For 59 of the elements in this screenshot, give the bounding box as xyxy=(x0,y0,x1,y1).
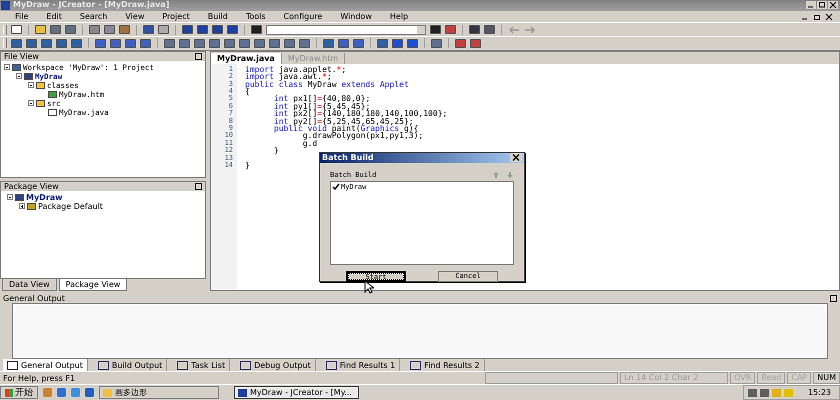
expand-toggle[interactable] xyxy=(19,203,25,210)
panel-tab[interactable]: Data View xyxy=(2,278,57,291)
menu-item[interactable]: Window xyxy=(331,11,381,22)
code-line: } xyxy=(245,162,250,170)
restore-icon[interactable] xyxy=(812,12,822,21)
collapse-toggle[interactable] xyxy=(28,100,34,106)
dialog-title: Batch Build xyxy=(322,153,374,162)
code-line: import java.applet.*; xyxy=(245,66,346,74)
code-line: public class MyDraw extends Applet xyxy=(245,80,409,88)
maximize-button[interactable] xyxy=(817,1,827,10)
menu-item[interactable]: Search xyxy=(70,11,116,22)
pane-title: File View xyxy=(4,52,39,61)
code-line: int px2[]={140,180,180,140,100,100}; xyxy=(272,110,448,118)
code-line: int px1[]={40,80,0}; xyxy=(272,95,370,103)
output-tab[interactable]: General Output xyxy=(3,359,88,371)
output-tab[interactable]: Debug Output xyxy=(236,359,316,371)
code-line: int py1[]={5,45,45}; xyxy=(272,102,370,110)
panel-tab[interactable]: Package View xyxy=(58,278,128,291)
menu-item[interactable]: Tools xyxy=(236,11,275,22)
window-title: MyDraw - JCreator - [MyDraw.java] xyxy=(13,0,170,10)
close-button[interactable] xyxy=(510,153,522,162)
collapse-toggle[interactable] xyxy=(4,64,10,70)
code-line: public void paint(Graphics g){ xyxy=(272,124,418,132)
code-line: import java.awt.*; xyxy=(245,73,332,81)
editor-tab[interactable]: MyDraw.java xyxy=(211,52,282,64)
search-combo[interactable] xyxy=(266,24,426,35)
pane-title: General Output xyxy=(3,294,65,303)
code-line: { xyxy=(245,88,250,96)
taskbar-button[interactable]: MyDraw - JCreator - [My... xyxy=(234,386,359,399)
menu-item[interactable]: Build xyxy=(198,11,237,22)
minimize-button[interactable] xyxy=(806,1,816,10)
menu-item[interactable]: Help xyxy=(380,11,418,22)
collapse-toggle[interactable] xyxy=(16,73,22,80)
taskbar-button[interactable]: 画多边形 xyxy=(99,386,219,399)
start-button[interactable]: 开始 xyxy=(0,386,38,399)
collapse-toggle[interactable] xyxy=(28,82,34,88)
close-button[interactable] xyxy=(828,1,838,10)
output-tab[interactable]: Build Output xyxy=(94,359,168,371)
output-tab[interactable]: Task List xyxy=(173,359,230,371)
clock: 15:23 xyxy=(808,388,831,397)
output-tab[interactable]: Find Results 2 xyxy=(406,359,485,371)
code-line: int py2[]={5,25,45,65,45,25}; xyxy=(272,118,414,125)
code-line: } xyxy=(272,147,279,155)
checkbox[interactable] xyxy=(332,182,340,191)
menu-item[interactable]: File xyxy=(6,11,38,22)
code-line: g.d xyxy=(302,140,318,148)
output-tab[interactable]: Find Results 1 xyxy=(322,359,400,371)
status-indicator: NUM xyxy=(813,372,840,384)
pane-title: Package View xyxy=(4,182,59,191)
status-message: For Help, press F1 xyxy=(2,374,76,382)
tree-item[interactable]: MyDraw xyxy=(26,192,63,202)
menu-item[interactable]: Edit xyxy=(37,11,71,22)
tree-item[interactable]: Package Default xyxy=(38,202,103,211)
collapse-toggle[interactable] xyxy=(7,194,13,200)
menu-item[interactable]: Project xyxy=(153,11,199,22)
code-line: g.drawPolygon(px1,py1,3); xyxy=(302,132,424,140)
menu-item[interactable]: Configure xyxy=(274,11,332,22)
menu-item[interactable]: View xyxy=(116,11,154,22)
cursor-position: Ln 14 Col 2 Char 2 xyxy=(620,372,728,384)
